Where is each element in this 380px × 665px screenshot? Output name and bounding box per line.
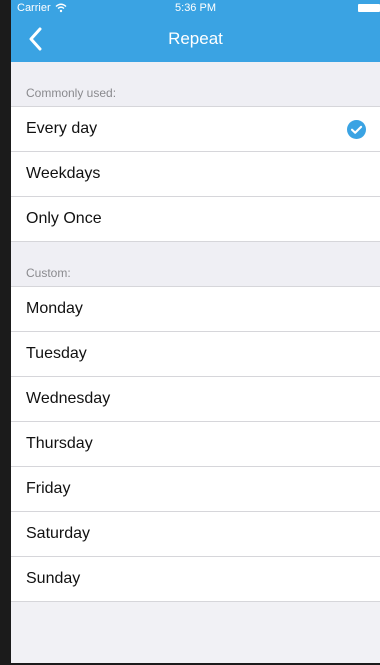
section-header-common: Commonly used:: [11, 62, 380, 106]
list-item-sunday[interactable]: Sunday: [11, 557, 380, 602]
list-item-label: Wednesday: [26, 390, 111, 407]
list-item-label: Monday: [26, 300, 83, 317]
list-item-label: Friday: [26, 480, 71, 497]
list-item-label: Tuesday: [26, 345, 87, 362]
status-time: 5:36 PM: [175, 2, 216, 14]
section-header-custom: Custom:: [11, 242, 380, 286]
list-item-label: Only Once: [26, 210, 102, 227]
status-right: [358, 4, 380, 12]
list-item-friday[interactable]: Friday: [11, 467, 380, 512]
list-item-monday[interactable]: Monday: [11, 287, 380, 332]
list-item-saturday[interactable]: Saturday: [11, 512, 380, 557]
page-title: Repeat: [168, 29, 223, 48]
list-item-wednesday[interactable]: Wednesday: [11, 377, 380, 422]
list-item-tuesday[interactable]: Tuesday: [11, 332, 380, 377]
list-item-label: Weekdays: [26, 165, 101, 182]
list-item-thursday[interactable]: Thursday: [11, 422, 380, 467]
list-item-only-once[interactable]: Only Once: [11, 197, 380, 242]
list-item-weekdays[interactable]: Weekdays: [11, 152, 380, 197]
battery-icon: [358, 4, 380, 12]
checkmark-icon: [347, 120, 366, 139]
list-item-label: Every day: [26, 120, 98, 137]
common-list: Every day Weekdays Only Once: [11, 106, 380, 242]
list-item-label: Sunday: [26, 570, 81, 587]
device-frame: Carrier 5:36 PM Repeat Commonly used: Ev…: [0, 0, 380, 665]
status-bar: Carrier 5:36 PM: [11, 0, 380, 16]
list-item-label: Thursday: [26, 435, 93, 452]
list-item-label: Saturday: [26, 525, 91, 542]
list-item-every-day[interactable]: Every day: [11, 107, 380, 152]
custom-list: Monday Tuesday Wednesday Thursday Friday…: [11, 286, 380, 602]
navigation-bar: Repeat: [11, 16, 380, 62]
